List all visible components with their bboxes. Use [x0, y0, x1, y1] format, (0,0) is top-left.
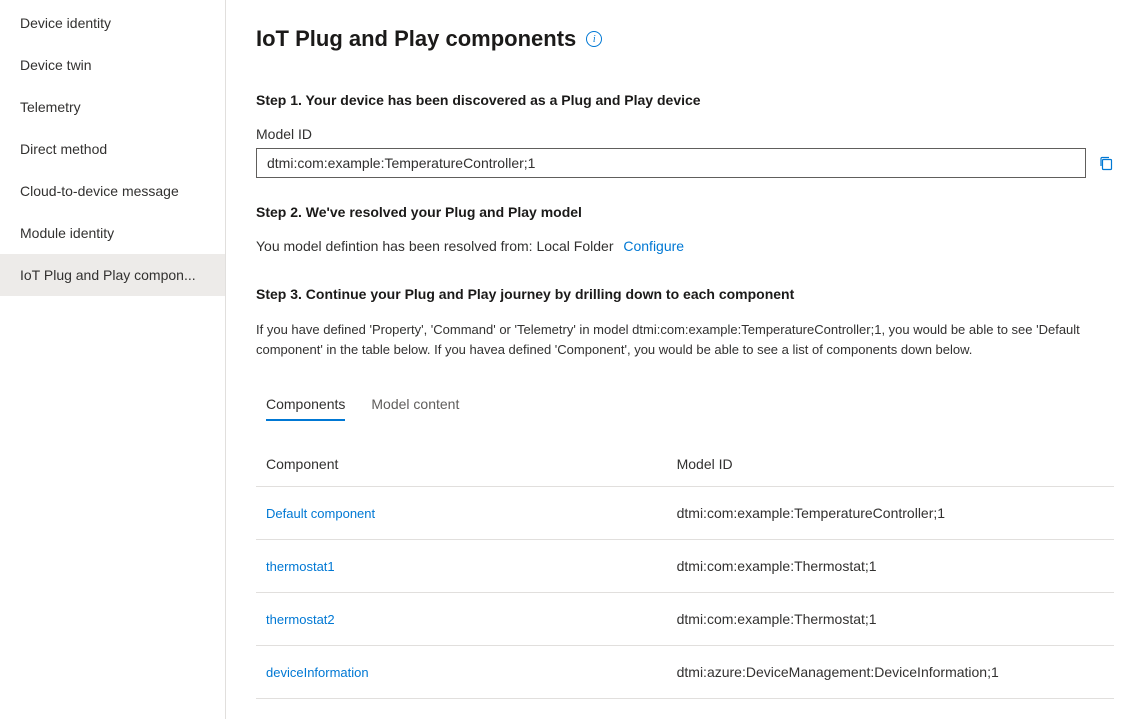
model-id-row: [256, 148, 1114, 178]
step3-heading: Step 3. Continue your Plug and Play jour…: [256, 286, 1114, 302]
main-content: IoT Plug and Play components i Step 1. Y…: [226, 0, 1144, 719]
copy-icon[interactable]: [1098, 155, 1114, 171]
component-link[interactable]: Default component: [266, 506, 677, 521]
sidebar-item-module-identity[interactable]: Module identity: [0, 212, 225, 254]
step1-heading: Step 1. Your device has been discovered …: [256, 92, 1114, 108]
sidebar-item-direct-method[interactable]: Direct method: [0, 128, 225, 170]
sidebar-item-telemetry[interactable]: Telemetry: [0, 86, 225, 128]
component-link[interactable]: thermostat2: [266, 612, 677, 627]
step2-resolved-row: You model defintion has been resolved fr…: [256, 238, 1114, 254]
step2-heading: Step 2. We've resolved your Plug and Pla…: [256, 204, 1114, 220]
tab-model-content[interactable]: Model content: [371, 388, 459, 420]
table-row: thermostat2 dtmi:com:example:Thermostat;…: [256, 593, 1114, 646]
sidebar-item-iot-plug-and-play[interactable]: IoT Plug and Play compon...: [0, 254, 225, 296]
sidebar-item-device-twin[interactable]: Device twin: [0, 44, 225, 86]
sidebar-item-cloud-to-device-message[interactable]: Cloud-to-device message: [0, 170, 225, 212]
component-model-id: dtmi:com:example:Thermostat;1: [677, 558, 1104, 574]
step3-info-text: If you have defined 'Property', 'Command…: [256, 320, 1114, 360]
model-id-label: Model ID: [256, 126, 1114, 142]
table-header: Component Model ID: [256, 446, 1114, 487]
model-id-input[interactable]: [256, 148, 1086, 178]
component-link[interactable]: deviceInformation: [266, 665, 677, 680]
tabs: Components Model content: [256, 388, 1114, 420]
table-row: Default component dtmi:com:example:Tempe…: [256, 487, 1114, 540]
sidebar-item-device-identity[interactable]: Device identity: [0, 2, 225, 44]
th-component: Component: [266, 456, 677, 472]
page-title-row: IoT Plug and Play components i: [256, 26, 1114, 52]
component-model-id: dtmi:com:example:Thermostat;1: [677, 611, 1104, 627]
table-row: deviceInformation dtmi:azure:DeviceManag…: [256, 646, 1114, 699]
page-title: IoT Plug and Play components: [256, 26, 576, 52]
component-model-id: dtmi:azure:DeviceManagement:DeviceInform…: [677, 664, 1104, 680]
step2-resolved-text: You model defintion has been resolved fr…: [256, 238, 613, 254]
th-model-id: Model ID: [677, 456, 1104, 472]
sidebar: Device identity Device twin Telemetry Di…: [0, 0, 226, 719]
info-icon[interactable]: i: [586, 31, 602, 47]
component-model-id: dtmi:com:example:TemperatureController;1: [677, 505, 1104, 521]
components-table: Component Model ID Default component dtm…: [256, 446, 1114, 699]
component-link[interactable]: thermostat1: [266, 559, 677, 574]
tab-components[interactable]: Components: [266, 388, 345, 420]
table-row: thermostat1 dtmi:com:example:Thermostat;…: [256, 540, 1114, 593]
configure-link[interactable]: Configure: [623, 238, 684, 254]
